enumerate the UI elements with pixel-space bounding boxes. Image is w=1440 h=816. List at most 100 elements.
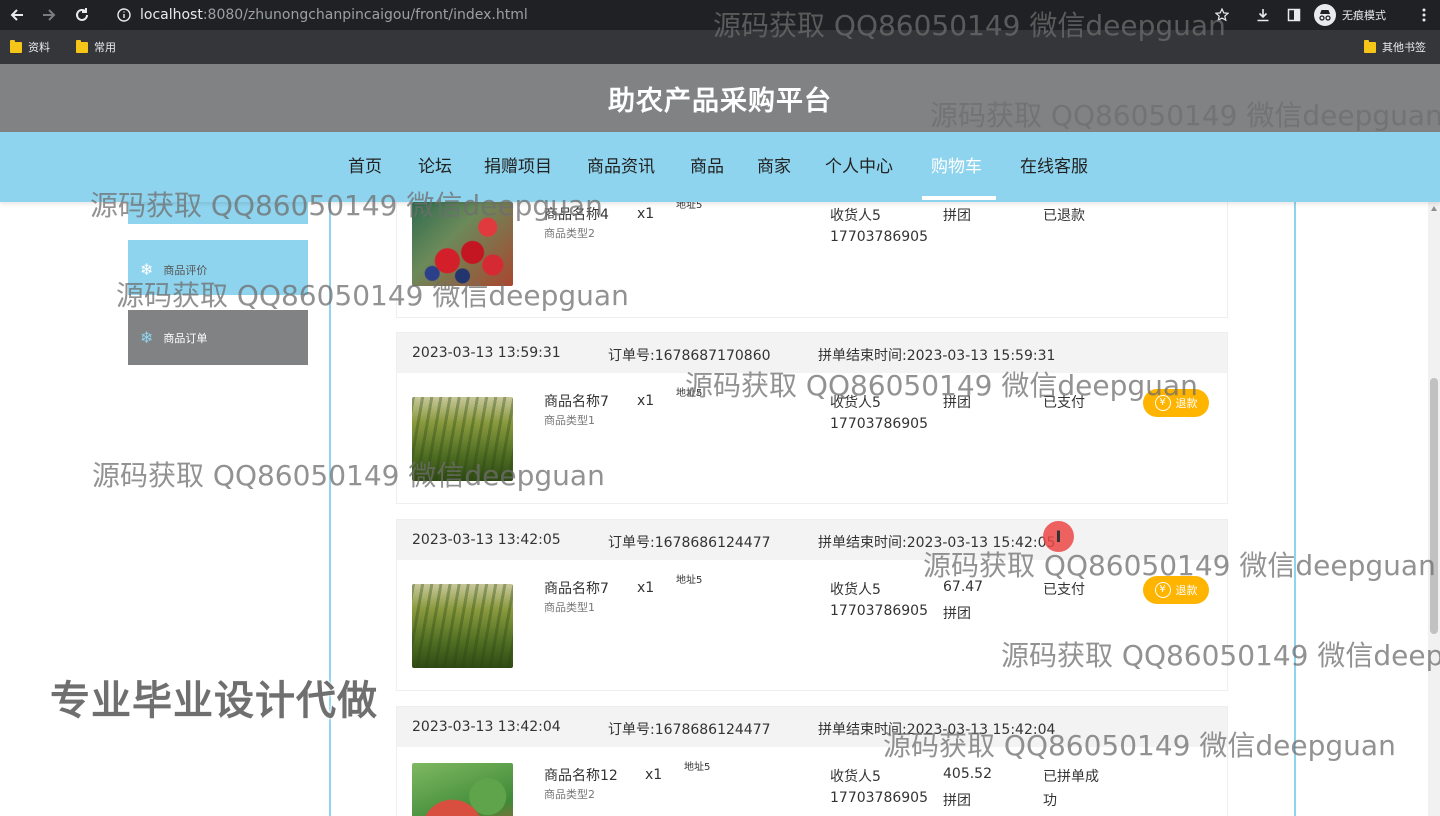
order-card: 2023-03-13 13:42:05 订单号:1678686124477 拼单… xyxy=(396,519,1228,691)
folder-icon xyxy=(10,39,22,53)
group-label: 拼团 xyxy=(943,395,971,411)
nav-forum[interactable]: 论坛 xyxy=(418,152,452,177)
nav-news[interactable]: 商品资讯 xyxy=(587,152,655,177)
product-name: 商品名称12 xyxy=(544,768,618,784)
download-icon[interactable] xyxy=(1252,4,1274,26)
nav-cart[interactable]: 购物车 xyxy=(931,152,982,177)
menu-kebab-icon[interactable] xyxy=(1413,4,1435,26)
nav-products[interactable]: 商品 xyxy=(690,152,724,177)
receiver: 收货人5 xyxy=(830,582,881,598)
refund-label: 退款 xyxy=(1175,397,1198,410)
bookmark-label: 资料 xyxy=(28,41,50,54)
sidebar-item-orders[interactable]: ❄ 商品订单 xyxy=(128,310,308,365)
receiver: 收货人5 xyxy=(830,769,881,785)
phone: 17703786905 xyxy=(830,603,928,619)
order-header: 2023-03-13 13:42:04 订单号:1678686124477 拼单… xyxy=(397,707,1227,747)
bookmark-folder-other[interactable]: 其他书签 xyxy=(1364,39,1426,55)
forward-button[interactable] xyxy=(37,3,61,27)
reload-button[interactable] xyxy=(70,3,94,27)
order-number: 订单号:1678686124477 xyxy=(608,722,771,738)
product-name: 商品名称4 xyxy=(544,207,609,223)
product-type: 商品类型2 xyxy=(544,227,595,240)
main-nav: 首页 论坛 捐赠项目 商品资讯 商品 商家 个人中心 购物车 在线客服 xyxy=(0,132,1440,202)
arrow-left-icon xyxy=(10,9,23,21)
order-time: 2023-03-13 13:59:31 xyxy=(412,345,561,361)
sidebar-item-previous[interactable] xyxy=(128,202,308,224)
order-price: 67.47 xyxy=(943,579,984,595)
folder-icon xyxy=(1364,39,1376,53)
group-label: 拼团 xyxy=(943,606,971,622)
group-end-time: 拼单结束时间:2023-03-13 15:42:04 xyxy=(818,722,1056,738)
arrow-right-icon xyxy=(43,9,56,21)
nav-home[interactable]: 首页 xyxy=(348,152,382,177)
refund-button[interactable]: ¥ 退款 xyxy=(1143,389,1209,417)
mouse-cursor-icon: I xyxy=(1043,521,1074,552)
product-type: 商品类型1 xyxy=(544,414,595,427)
back-button[interactable] xyxy=(5,3,29,27)
yen-coin-icon: ¥ xyxy=(1154,582,1171,598)
promo-text: 专业毕业设计代做 xyxy=(50,678,378,724)
incognito-indicator[interactable]: 无痕模式 xyxy=(1314,3,1386,27)
address-bar[interactable]: localhost:8080/zhunongchanpincaigou/fron… xyxy=(104,1,1244,29)
nav-profile[interactable]: 个人中心 xyxy=(825,152,893,177)
order-time: 2023-03-13 13:42:05 xyxy=(412,532,561,548)
group-end-time: 拼单结束时间:2023-03-13 15:42:05 xyxy=(818,535,1056,551)
url-path: :8080/zhunongchanpincaigou/front/index.h… xyxy=(202,7,528,23)
nav-merchants[interactable]: 商家 xyxy=(757,152,791,177)
quantity: x1 xyxy=(645,767,663,783)
folder-icon xyxy=(76,39,88,53)
refund-label: 退款 xyxy=(1175,584,1198,597)
order-time: 2023-03-13 13:42:04 xyxy=(412,719,561,735)
browser-toolbar: localhost:8080/zhunongchanpincaigou/fron… xyxy=(0,0,1440,30)
quantity: x1 xyxy=(637,206,655,222)
bookmark-folder-changyong[interactable]: 常用 xyxy=(76,39,116,55)
nav-donation[interactable]: 捐赠项目 xyxy=(484,152,552,177)
bookmark-star-icon[interactable] xyxy=(1211,4,1233,26)
sidebar-item-label: 商品订单 xyxy=(163,331,208,345)
site-title: 助农产品采购平台 xyxy=(608,85,832,117)
bookmarks-bar: 资料 常用 其他书签 xyxy=(0,30,1440,64)
snowflake-icon: ❄ xyxy=(140,260,154,279)
order-card: 商品名称4 商品类型2 x1 地址5 收货人5 17703786905 拼团 已… xyxy=(396,190,1228,318)
bookmark-folder-ziliao[interactable]: 资料 xyxy=(10,39,50,55)
url-host: localhost xyxy=(140,7,203,23)
sidebar-item-label: 商品评价 xyxy=(163,263,208,277)
phone: 17703786905 xyxy=(830,229,928,245)
nav-support[interactable]: 在线客服 xyxy=(1020,152,1088,177)
order-status: 已退款 xyxy=(1043,208,1085,224)
scrollbar-thumb[interactable] xyxy=(1430,378,1438,634)
bookmark-label: 其他书签 xyxy=(1382,41,1426,54)
order-number: 订单号:1678687170860 xyxy=(608,348,771,364)
bookmark-label: 常用 xyxy=(94,41,116,54)
product-name: 商品名称7 xyxy=(544,394,609,410)
site-header: 助农产品采购平台 xyxy=(0,64,1440,132)
group-label: 拼团 xyxy=(943,208,971,224)
group-end-time: 拼单结束时间:2023-03-13 15:59:31 xyxy=(818,348,1056,364)
address: 地址5 xyxy=(684,762,711,773)
refund-button[interactable]: ¥ 退款 xyxy=(1143,576,1209,604)
address: 地址5 xyxy=(676,575,703,586)
product-image[interactable] xyxy=(412,397,513,481)
quantity: x1 xyxy=(637,393,655,409)
product-image[interactable] xyxy=(412,202,513,286)
receiver: 收货人5 xyxy=(830,208,881,224)
product-name: 商品名称7 xyxy=(544,581,609,597)
product-type: 商品类型1 xyxy=(544,601,595,614)
yen-coin-icon: ¥ xyxy=(1154,395,1171,411)
info-icon[interactable] xyxy=(116,7,132,23)
phone: 17703786905 xyxy=(830,416,928,432)
product-image[interactable] xyxy=(412,763,513,816)
order-status: 已支付 xyxy=(1043,582,1085,598)
product-type: 商品类型2 xyxy=(544,788,595,801)
incognito-icon xyxy=(1314,4,1336,26)
quantity: x1 xyxy=(637,580,655,596)
sidebar-item-reviews[interactable]: ❄ 商品评价 xyxy=(128,240,308,295)
reload-icon xyxy=(76,8,88,21)
scroll-up-arrow-icon[interactable] xyxy=(1431,206,1437,211)
side-panel-icon[interactable] xyxy=(1283,4,1305,26)
receiver: 收货人5 xyxy=(830,395,881,411)
order-card: 2023-03-13 13:59:31 订单号:1678687170860 拼单… xyxy=(396,332,1228,504)
product-image[interactable] xyxy=(412,584,513,668)
snowflake-icon: ❄ xyxy=(140,328,154,347)
order-status: 已支付 xyxy=(1043,395,1085,411)
